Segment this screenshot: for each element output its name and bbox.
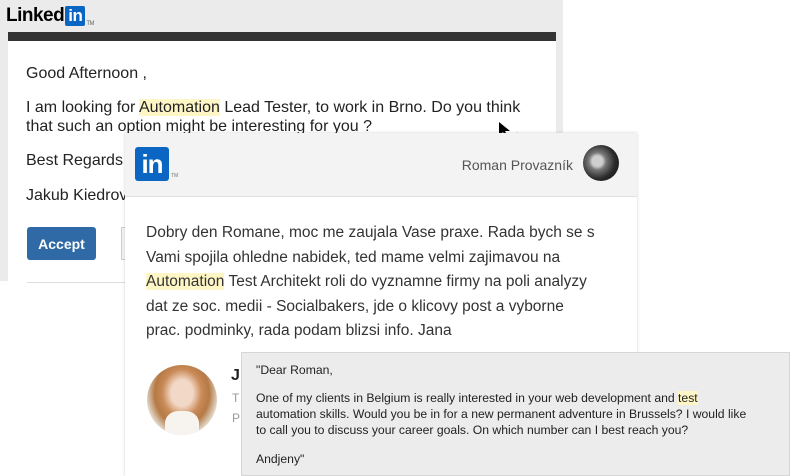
recruiter-location: P xyxy=(232,411,241,425)
email-greeting: Good Afternoon , xyxy=(26,65,147,82)
highlight-automation: Automation xyxy=(138,99,220,116)
email-regards: Best Regards xyxy=(26,152,123,169)
quote-salutation: "Dear Roman, xyxy=(256,363,333,377)
quote-line1: One of my clients in Belgium is really i… xyxy=(256,391,698,405)
highlight-automation: Automation xyxy=(146,273,225,290)
inmail-header: in TM Roman Provazník xyxy=(125,133,637,197)
sender-name[interactable]: Roman Provazník xyxy=(462,157,573,173)
recruiter-title: T xyxy=(232,391,240,405)
email-signature: Jakub Kiedrov xyxy=(26,187,128,204)
sender-avatar[interactable] xyxy=(583,145,619,181)
linkedin-logo: Linked in TM xyxy=(6,5,95,27)
quote-line2: automation skills. Would you be in for a… xyxy=(256,407,747,421)
inmail-message: Dobry den Romane, moc me zaujala Vase pr… xyxy=(146,224,595,339)
email-body-line1: I am looking for Automation Lead Tester,… xyxy=(26,99,521,116)
recruiter-name[interactable]: J xyxy=(231,367,240,385)
highlight-test: test xyxy=(678,391,698,405)
recruiter-avatar[interactable] xyxy=(147,365,217,435)
quoted-message-panel: "Dear Roman, One of my clients in Belgiu… xyxy=(241,352,790,476)
quote-line3: to call you to discuss your career goals… xyxy=(256,423,689,437)
quote-signature: Andjeny" xyxy=(256,452,305,466)
linkedin-in-icon: in xyxy=(135,147,169,181)
accept-button[interactable]: Accept xyxy=(27,227,96,260)
